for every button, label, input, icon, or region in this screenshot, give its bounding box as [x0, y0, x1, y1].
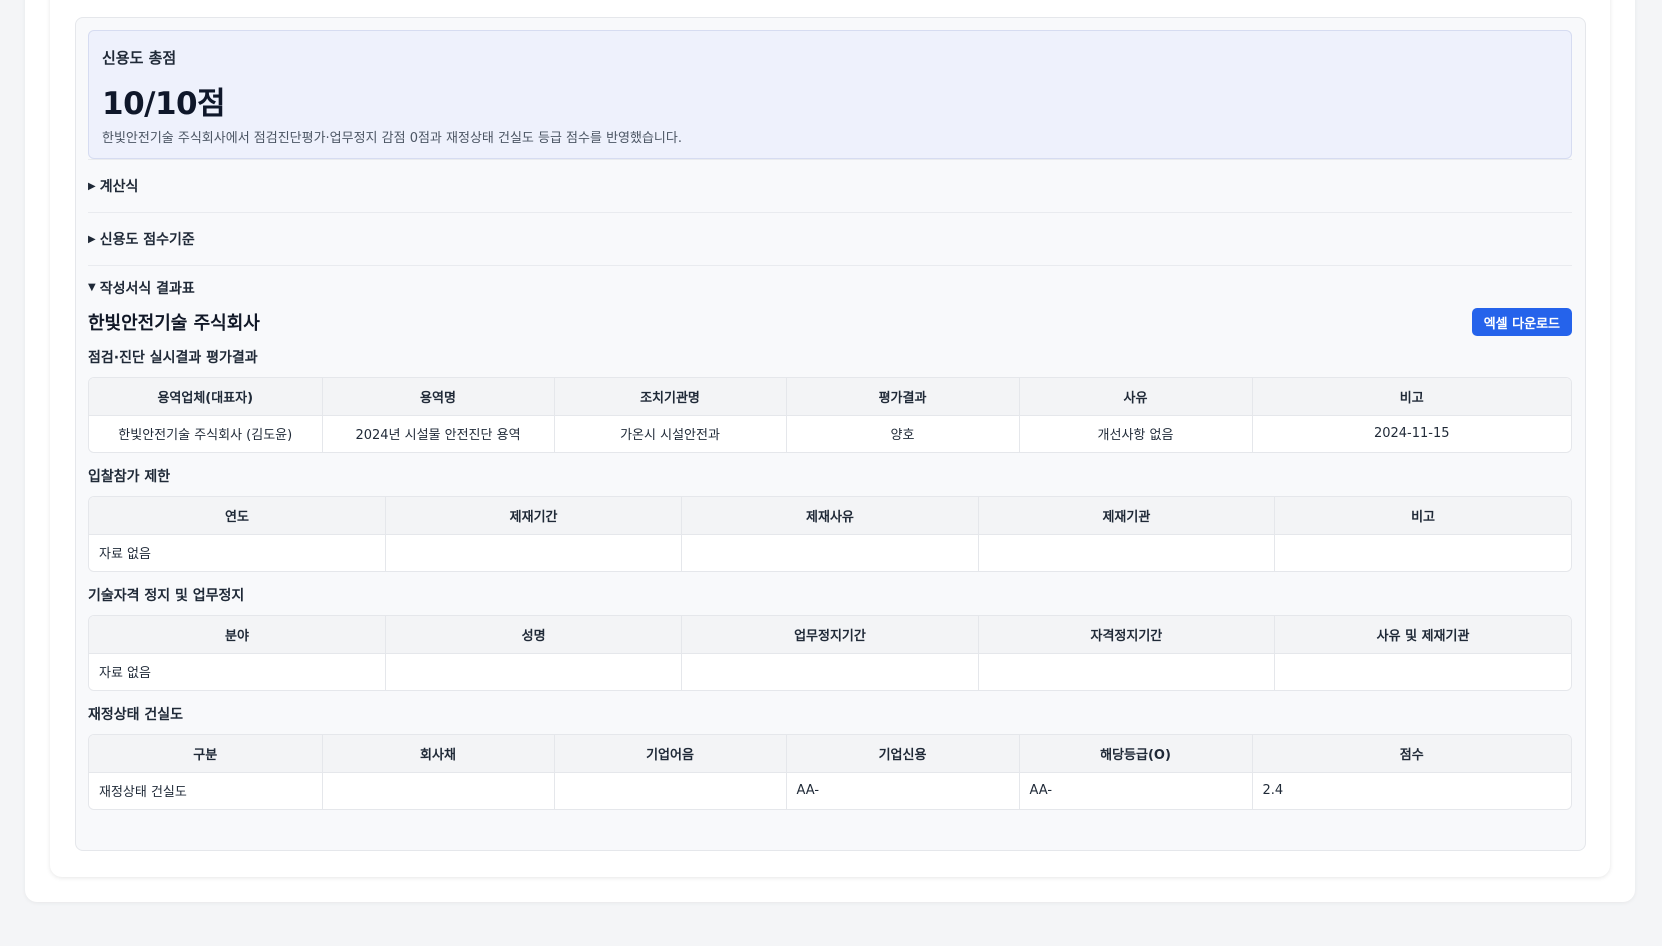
- table-cell: [977, 533, 1276, 571]
- table-cell: 가온시 시설안전과: [553, 414, 787, 452]
- company-header: 한빛안전기술 주식회사 엑셀 다운로드: [88, 308, 1572, 336]
- table-cell: [681, 652, 979, 690]
- table-cell: [1274, 652, 1571, 690]
- table-cell: [384, 652, 683, 690]
- table-cell: 재정상태 건실도: [89, 771, 323, 809]
- table-cell: 2024년 시설물 안전진단 용역: [321, 414, 555, 452]
- toggle-label: 작성서식 결과표: [99, 280, 195, 297]
- empty-cell: 자료 없음: [89, 533, 386, 571]
- table-row: 자료 없음: [89, 533, 1571, 571]
- section-title-financial: 재정상태 건실도: [88, 707, 184, 723]
- credit-score-box: 신용도 총점 10/10점 한빛안전기술 주식회사에서 점검진단평가·업무정지 …: [88, 30, 1572, 159]
- table-row: 한빛안전기술 주식회사 (김도윤) 2024년 시설물 안전진단 용역 가온시 …: [89, 414, 1571, 452]
- toggle-label: 신용도 점수기준: [99, 232, 195, 248]
- table-cell: 개선사항 없음: [1018, 414, 1253, 452]
- table-cell: [681, 533, 979, 571]
- column-header: 평가결과: [785, 378, 1020, 416]
- caret-right-icon: ▶: [88, 233, 96, 245]
- column-header: 점수: [1251, 735, 1571, 773]
- caret-down-icon: ▼: [88, 282, 96, 293]
- column-header: 사유 및 제재기관: [1274, 616, 1571, 654]
- table-row: 재정상태 건실도 AA- AA- 2.4: [89, 771, 1571, 809]
- table-cell: 양호: [785, 414, 1020, 452]
- qualification-table: 분야 성명 업무정지기간 자격정지기간 사유 및 제재기관 자료 없음: [88, 615, 1572, 691]
- column-header: 비고: [1251, 378, 1571, 416]
- bid-restriction-table: 연도 제재기간 제재사유 제재기관 비고 자료 없음: [88, 496, 1572, 572]
- column-header: 용역업체(대표자): [89, 378, 323, 416]
- caret-right-icon: ▶: [88, 180, 96, 192]
- column-header: 회사채: [321, 735, 555, 773]
- table-cell: 2024-11-15: [1251, 414, 1571, 452]
- toggle-label: 계산식: [99, 179, 139, 195]
- column-header: 제재기관: [977, 497, 1276, 535]
- table-cell: AA-: [785, 771, 1020, 809]
- toggle-score-criteria[interactable]: ▶ 신용도 점수기준: [88, 212, 1572, 265]
- column-header: 구분: [89, 735, 323, 773]
- column-header: 연도: [89, 497, 386, 535]
- financial-table: 구분 회사채 기업어음 기업신용 해당등급(O) 점수 재정상태 건실도 AA-…: [88, 734, 1572, 810]
- table-cell: 2.4: [1251, 771, 1571, 809]
- section-title-qualification: 기술자격 정지 및 업무정지: [88, 588, 245, 604]
- section-title-inspection: 점검·진단 실시결과 평가결과: [88, 350, 258, 366]
- table-header-row: 용역업체(대표자) 용역명 조치기관명 평가결과 사유 비고: [89, 378, 1571, 416]
- column-header: 업무정지기간: [681, 616, 979, 654]
- toggle-formula[interactable]: ▶ 계산식: [88, 159, 1572, 212]
- section-title-bid-restriction: 입찰참가 제한: [88, 469, 171, 485]
- column-header: 기업신용: [785, 735, 1020, 773]
- table-cell: [553, 771, 787, 809]
- table-cell: [321, 771, 555, 809]
- score-description: 한빛안전기술 주식회사에서 점검진단평가·업무정지 감점 0점과 재정상태 건실…: [102, 131, 682, 146]
- table-header-row: 구분 회사채 기업어음 기업신용 해당등급(O) 점수: [89, 735, 1571, 773]
- table-row: 자료 없음: [89, 652, 1571, 690]
- column-header: 사유: [1018, 378, 1253, 416]
- table-header-row: 연도 제재기간 제재사유 제재기관 비고: [89, 497, 1571, 535]
- column-header: 용역명: [321, 378, 555, 416]
- table-cell: 한빛안전기술 주식회사 (김도윤): [89, 414, 323, 452]
- column-header: 분야: [89, 616, 386, 654]
- empty-cell: 자료 없음: [89, 652, 386, 690]
- column-header: 기업어음: [553, 735, 787, 773]
- result-content: 신용도 총점 10/10점 한빛안전기술 주식회사에서 점검진단평가·업무정지 …: [88, 30, 1572, 810]
- excel-download-button[interactable]: 엑셀 다운로드: [1471, 308, 1572, 336]
- inspection-table: 용역업체(대표자) 용역명 조치기관명 평가결과 사유 비고 한빛안전기술 주식…: [88, 377, 1572, 453]
- toggle-result-table[interactable]: ▼ 작성서식 결과표: [88, 265, 1572, 309]
- table-cell: [1274, 533, 1571, 571]
- column-header: 해당등급(O): [1018, 735, 1253, 773]
- column-header: 비고: [1274, 497, 1571, 535]
- table-cell: [977, 652, 1276, 690]
- score-value: 10/10점: [102, 86, 226, 122]
- column-header: 제재기간: [384, 497, 683, 535]
- table-cell: AA-: [1018, 771, 1253, 809]
- table-header-row: 분야 성명 업무정지기간 자격정지기간 사유 및 제재기관: [89, 616, 1571, 654]
- column-header: 제재사유: [681, 497, 979, 535]
- company-name: 한빛안전기술 주식회사: [88, 313, 260, 334]
- column-header: 조치기관명: [553, 378, 787, 416]
- column-header: 성명: [384, 616, 683, 654]
- table-cell: [384, 533, 683, 571]
- column-header: 자격정지기간: [977, 616, 1276, 654]
- score-label: 신용도 총점: [102, 49, 177, 67]
